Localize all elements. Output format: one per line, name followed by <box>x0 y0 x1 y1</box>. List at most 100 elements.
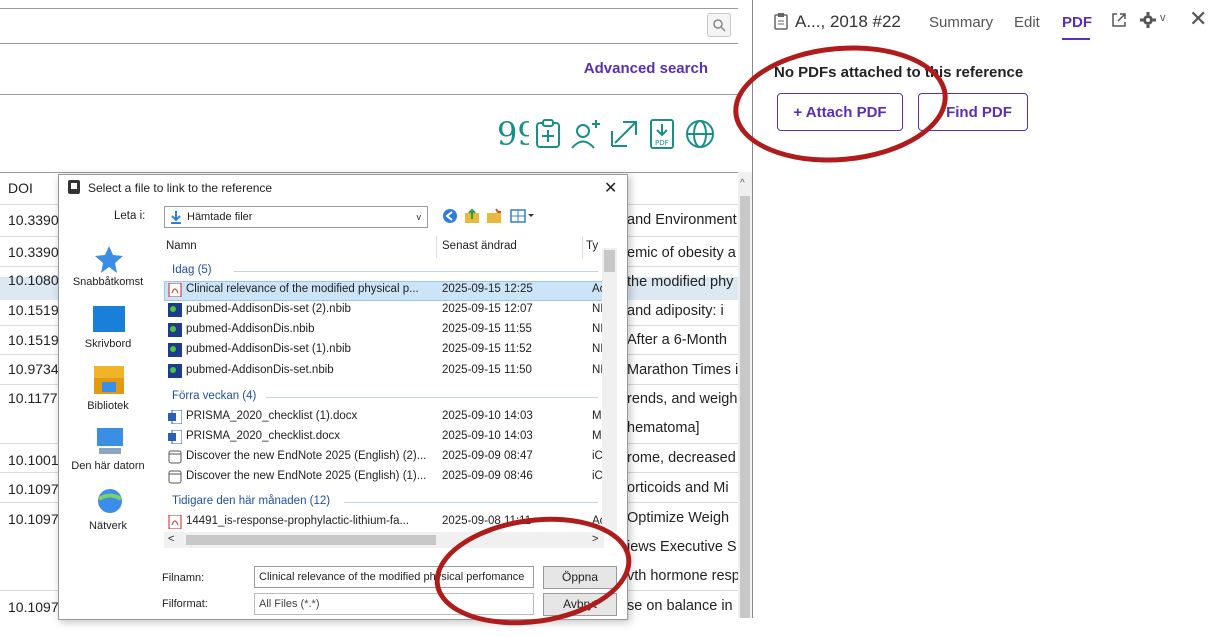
clipboard-add-icon[interactable] <box>531 117 565 151</box>
file-list-horizontal-thumb[interactable] <box>186 535 436 545</box>
file-name[interactable]: pubmed-AddisonDis-set.nbib <box>186 364 334 376</box>
table-cell-doi[interactable]: 10.1001 <box>8 452 59 468</box>
file-date: 2025-09-15 12:07 <box>442 303 533 315</box>
back-arrow-icon[interactable] <box>442 208 458 224</box>
close-icon[interactable]: ✕ <box>1189 6 1207 32</box>
svg-text:99: 99 <box>497 117 529 151</box>
file-date: 2025-09-15 11:55 <box>442 323 532 335</box>
column-header-modified[interactable]: Senast ändrad <box>442 240 517 252</box>
nbib-file-icon <box>168 343 182 357</box>
file-name[interactable]: Clinical relevance of the modified physi… <box>186 283 419 295</box>
table-cell-title[interactable]: orticoids and Mi <box>627 480 739 496</box>
search-button[interactable] <box>707 13 731 37</box>
table-cell-doi[interactable]: 10.1177 <box>8 390 58 406</box>
table-cell-title[interactable]: emic of obesity a <box>627 245 739 261</box>
tab-edit[interactable]: Edit <box>1014 14 1040 31</box>
nbib-file-icon <box>168 364 182 378</box>
file-date: 2025-09-15 12:25 <box>442 283 533 295</box>
table-cell-doi[interactable]: 10.9734 <box>8 361 59 377</box>
file-name[interactable]: Discover the new EndNote 2025 (English) … <box>186 470 426 482</box>
dialog-title: Select a file to link to the reference <box>88 181 273 195</box>
group-last-week[interactable]: Förra veckan (4) <box>172 390 256 402</box>
scroll-up-arrow-icon[interactable]: ^ <box>740 178 745 189</box>
place-desktop[interactable]: Skrivbord <box>60 338 156 350</box>
gear-icon[interactable] <box>1139 11 1157 29</box>
table-cell-doi[interactable]: 10.3390 <box>8 244 59 260</box>
group-divider <box>344 502 598 503</box>
new-folder-icon[interactable] <box>486 208 502 224</box>
advanced-search-row: Advanced search <box>0 42 738 95</box>
file-name[interactable]: pubmed-AddisonDis-set (2).nbib <box>186 303 351 315</box>
column-header-doi[interactable]: DOI <box>8 180 33 196</box>
add-user-icon[interactable] <box>569 117 603 151</box>
tab-summary[interactable]: Summary <box>929 14 993 31</box>
table-cell-title[interactable]: After a 6-Month <box>627 332 739 348</box>
nbib-file-icon <box>168 303 182 317</box>
share-arrow-icon[interactable] <box>607 117 641 151</box>
globe-icon[interactable] <box>683 117 717 151</box>
tab-pdf[interactable]: PDF <box>1062 14 1092 31</box>
file-name[interactable]: PRISMA_2020_checklist.docx <box>186 430 340 442</box>
table-cell-doi[interactable]: 10.1097 <box>8 511 59 527</box>
desktop-icon <box>93 306 125 332</box>
place-library[interactable]: Bibliotek <box>60 400 156 412</box>
file-name[interactable]: pubmed-AddisonDis.nbib <box>186 323 315 335</box>
table-cell-doi[interactable]: 10.1097 <box>8 481 59 497</box>
chevron-down-icon: v <box>416 212 422 222</box>
table-cell-doi[interactable]: 10.1080 <box>8 272 59 288</box>
file-list-scrollbar[interactable] <box>602 248 617 532</box>
column-divider <box>582 236 583 258</box>
place-quick-access[interactable]: Snabbåtkomst <box>60 276 156 288</box>
table-cell-title[interactable]: Marathon Times i <box>627 362 739 378</box>
nbib-file-icon <box>168 323 182 337</box>
network-icon <box>97 489 123 513</box>
table-cell-title[interactable]: rome, decreased <box>627 450 739 466</box>
file-name[interactable]: 14491_is-response-prophylactic-lithium-f… <box>186 515 409 527</box>
table-cell-title[interactable]: vth hormone resp <box>627 568 739 584</box>
advanced-search-link[interactable]: Advanced search <box>584 60 708 77</box>
look-in-dropdown[interactable]: Hämtade filer v <box>164 206 428 228</box>
place-this-pc[interactable]: Den här datorn <box>60 460 156 472</box>
table-cell-title[interactable]: hematoma] <box>627 420 739 436</box>
search-bar[interactable] <box>0 8 738 44</box>
view-menu-icon[interactable] <box>510 208 534 224</box>
file-date: 2025-09-10 14:03 <box>442 410 533 422</box>
table-cell-doi[interactable]: 10.1519 <box>8 332 59 348</box>
place-network[interactable]: Nätverk <box>60 520 156 532</box>
pdf-file-icon <box>168 283 182 297</box>
quote-icon[interactable]: 99 <box>495 117 529 151</box>
column-header-name[interactable]: Namn <box>166 240 197 252</box>
file-date: 2025-09-15 11:52 <box>442 343 532 355</box>
column-header-type[interactable]: Ty <box>586 240 598 252</box>
open-external-icon[interactable] <box>1111 12 1127 28</box>
group-divider <box>234 271 598 272</box>
table-cell-title[interactable]: se on balance in <box>627 598 739 614</box>
file-name[interactable]: PRISMA_2020_checklist (1).docx <box>186 410 357 422</box>
group-today[interactable]: Idag (5) <box>172 264 212 276</box>
table-cell-title[interactable]: the modified phy <box>627 274 739 290</box>
look-in-value: Hämtade filer <box>187 211 253 223</box>
table-cell-title[interactable]: rends, and weigh <box>627 391 739 407</box>
table-cell-title[interactable]: and Environment <box>627 212 739 228</box>
file-list-scrollbar-thumb[interactable] <box>604 250 615 272</box>
computer-icon <box>97 428 123 454</box>
pdf-download-icon[interactable]: PDF <box>645 117 679 151</box>
table-cell-doi[interactable]: 10.3390 <box>8 212 59 228</box>
table-cell-title[interactable]: iews Executive S <box>627 539 739 555</box>
table-cell-title[interactable]: and adiposity: i <box>627 303 739 319</box>
table-cell-title[interactable]: Optimize Weigh <box>627 510 739 526</box>
filetype-value: All Files (*.*) <box>259 598 320 610</box>
look-in-label: Leta i: <box>114 210 146 222</box>
svg-text:PDF: PDF <box>655 139 669 147</box>
table-cell-doi[interactable]: 10.1519 <box>8 302 59 318</box>
table-scrollbar-thumb[interactable] <box>740 196 750 618</box>
dialog-close-icon[interactable]: ✕ <box>604 178 617 198</box>
scroll-left-arrow-icon[interactable]: < <box>168 533 174 545</box>
group-this-month[interactable]: Tidigare den här månaden (12) <box>172 495 330 507</box>
chevron-down-icon[interactable]: v <box>1160 12 1166 24</box>
word-file-icon <box>168 430 182 444</box>
file-name[interactable]: pubmed-AddisonDis-set (1).nbib <box>186 343 351 355</box>
table-cell-doi[interactable]: 10.1097 <box>8 599 59 615</box>
file-name[interactable]: Discover the new EndNote 2025 (English) … <box>186 450 426 462</box>
up-folder-icon[interactable] <box>464 208 480 224</box>
